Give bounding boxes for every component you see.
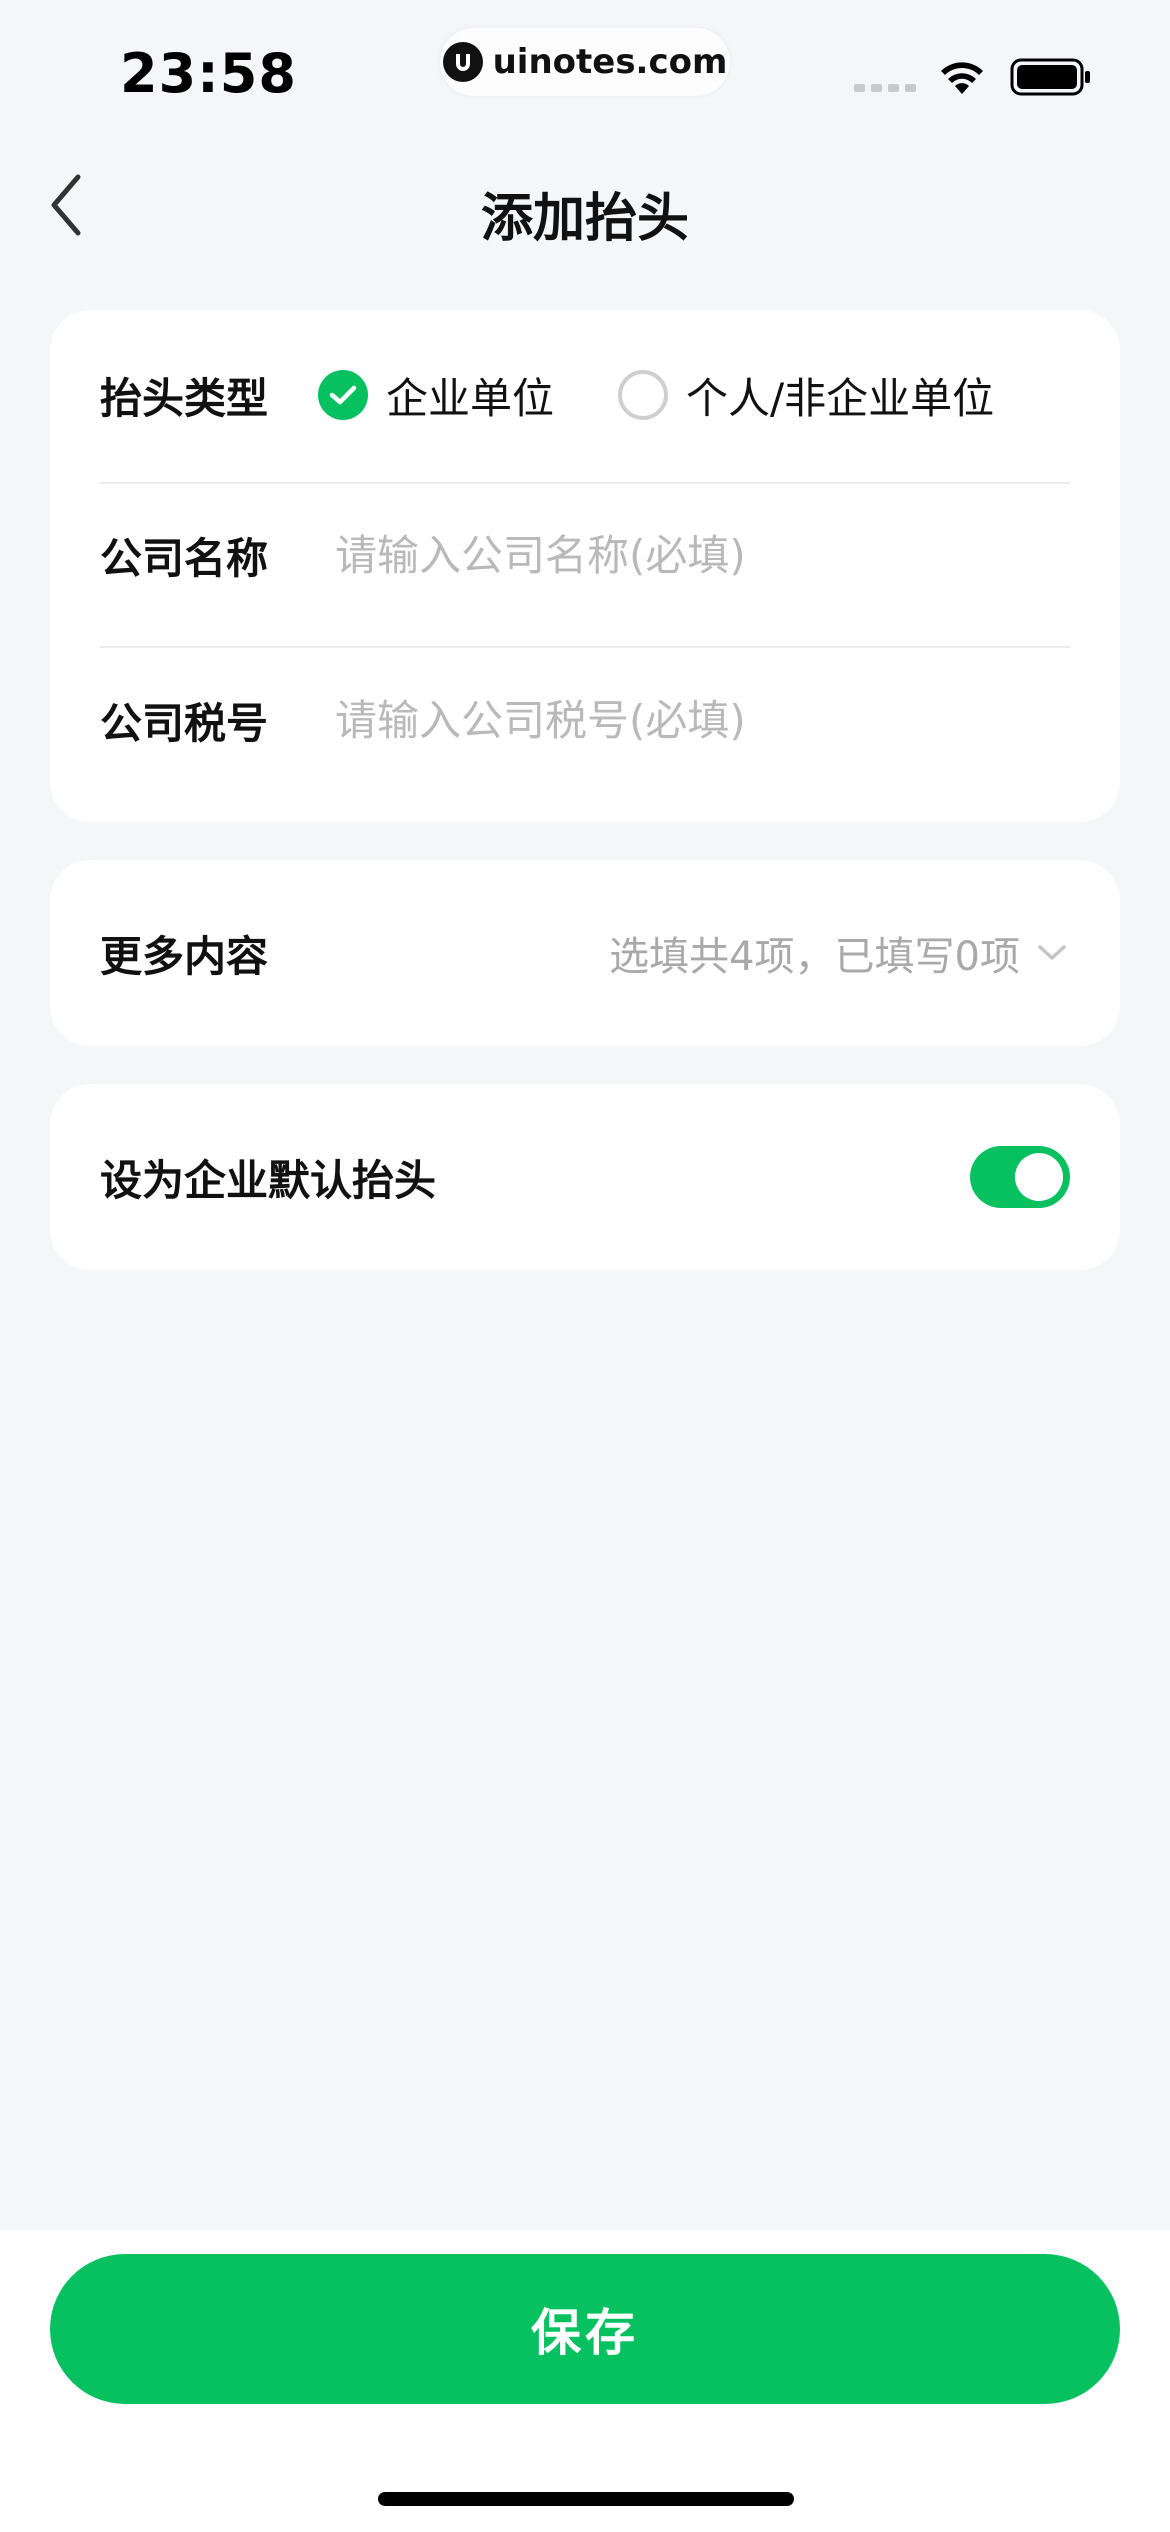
more-content-row[interactable]: 更多内容 选填共4项，已填写0项 [100, 873, 1070, 1033]
checkmark-icon [329, 385, 357, 405]
tax-id-label: 公司税号 [100, 698, 269, 748]
bottom-bar: 保存 [0, 2230, 1170, 2532]
title-type-radio-group: 企业单位 个人/非企业单位 [318, 365, 994, 426]
radio-label-company: 企业单位 [386, 373, 555, 423]
company-name-label: 公司名称 [100, 533, 269, 583]
watermark-badge: uinotes.com [440, 28, 730, 96]
toggle-knob [1015, 1153, 1063, 1201]
page-title: 添加抬头 [480, 189, 689, 249]
radio-option-individual[interactable]: 个人/非企业单位 [618, 365, 994, 426]
more-content-value: 选填共4项，已填写0项 [609, 934, 1020, 980]
company-name-row: 公司名称 [100, 475, 1070, 635]
default-title-label: 设为企业默认抬头 [100, 1155, 437, 1205]
tax-id-row: 公司税号 [100, 640, 1070, 800]
radio-unchecked-icon [618, 370, 669, 420]
more-content-label: 更多内容 [100, 931, 269, 981]
radio-checked-icon [318, 370, 368, 420]
battery-icon [1010, 58, 1090, 96]
radio-label-individual: 个人/非企业单位 [686, 373, 995, 423]
watermark-text: uinotes.com [492, 42, 728, 82]
invoice-title-form-card: 抬头类型 企业单位 个人/非企业单位 公司名称 公司税号 [50, 310, 1120, 822]
radio-option-company[interactable]: 企业单位 [318, 365, 554, 426]
signal-icon [854, 84, 916, 92]
more-content-card[interactable]: 更多内容 选填共4项，已填写0项 [50, 860, 1120, 1046]
default-title-card: 设为企业默认抬头 [50, 1084, 1120, 1270]
tax-id-input[interactable] [335, 695, 1070, 745]
company-name-input[interactable] [335, 530, 1070, 580]
watermark-logo-icon [442, 42, 483, 82]
title-type-label: 抬头类型 [100, 373, 269, 423]
nav-bar: 添加抬头 [0, 150, 1170, 260]
home-indicator [378, 2492, 794, 2506]
title-type-row: 抬头类型 企业单位 个人/非企业单位 [100, 315, 1070, 475]
status-time: 23:58 [120, 42, 297, 105]
save-button[interactable]: 保存 [50, 2254, 1120, 2404]
wifi-icon [941, 62, 983, 94]
default-title-row: 设为企业默认抬头 [100, 1097, 1070, 1257]
chevron-down-icon [1034, 935, 1070, 971]
default-title-toggle[interactable] [970, 1146, 1070, 1208]
status-bar: 23:58 uinotes.com [0, 0, 1170, 140]
